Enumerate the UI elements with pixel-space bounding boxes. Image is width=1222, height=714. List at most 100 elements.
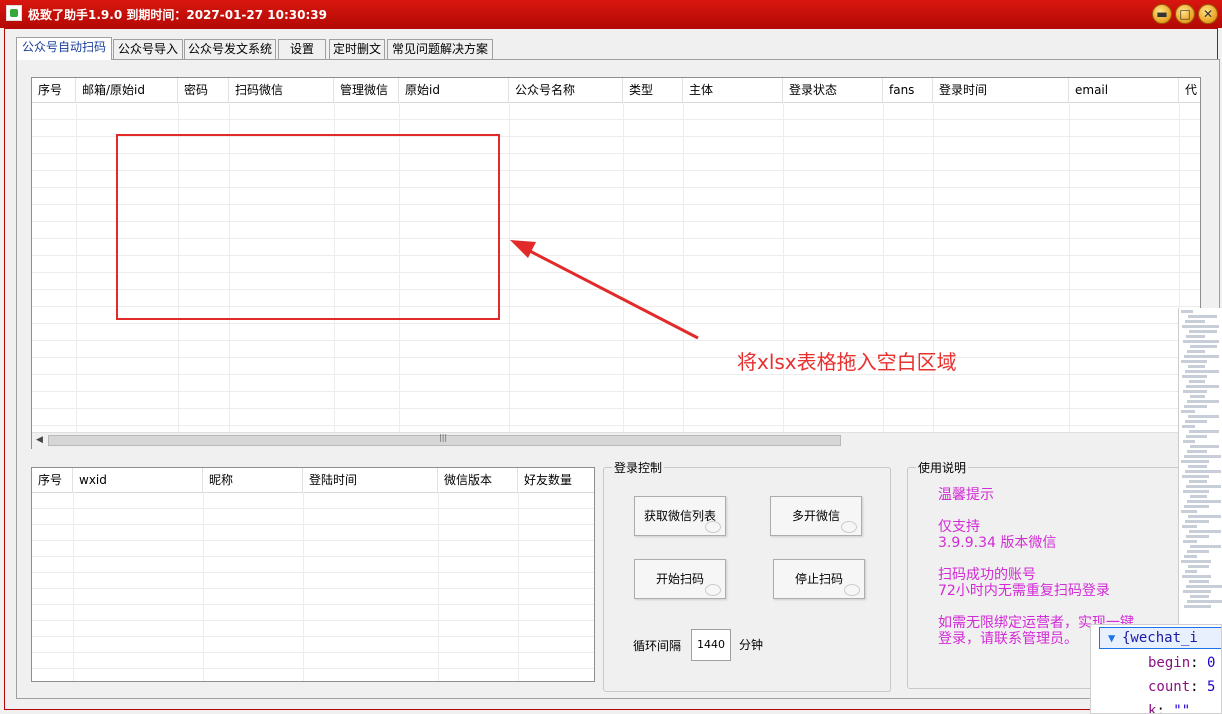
column-header[interactable]: 好友数量 [518, 468, 594, 492]
column-header[interactable]: 登录时间 [933, 78, 1069, 102]
json-text-line [1185, 420, 1207, 423]
usage-title: 使用说明 [916, 459, 969, 476]
column-header[interactable]: 公众号名称 [509, 78, 623, 102]
column-header[interactable]: fans [883, 78, 933, 102]
usage-tip-heading: 温馨提示 [938, 487, 994, 503]
maximize-button[interactable]: □ [1175, 4, 1195, 24]
tab-faq[interactable]: 常见问题解决方案 [387, 39, 493, 59]
drop-zone-highlight [116, 134, 500, 320]
json-text-line [1182, 525, 1197, 528]
json-text-line [1181, 560, 1211, 563]
json-text-line [1190, 495, 1207, 498]
column-header[interactable]: 类型 [623, 78, 683, 102]
scroll-left-icon[interactable]: ◀ [36, 435, 43, 445]
json-text-line [1184, 355, 1219, 358]
json-text-line [1186, 585, 1222, 588]
json-text-line [1187, 400, 1219, 403]
json-text-line [1187, 550, 1209, 553]
json-text-line [1189, 380, 1205, 383]
column-header[interactable]: 密码 [178, 78, 229, 102]
interval-label: 循环间隔 [633, 639, 682, 653]
json-text-line [1184, 405, 1207, 408]
property-key: k [1148, 703, 1157, 714]
column-header[interactable]: 登录状态 [783, 78, 883, 102]
json-text-line [1181, 410, 1195, 413]
json-text-line [1190, 545, 1221, 548]
grid-row-line [32, 508, 594, 509]
json-text-line [1187, 500, 1221, 503]
devtools-property: begin: 0 [1148, 655, 1216, 671]
json-text-line [1182, 575, 1211, 578]
account-table-header: 序号 邮箱/原始id 密码 扫码微信 管理微信 原始id 公众号名称 类型 主体… [32, 78, 1200, 103]
json-text-line [1189, 480, 1207, 483]
horizontal-scrollbar[interactable]: ◀ ||| [32, 432, 1200, 449]
grid-row-line [32, 425, 1200, 426]
column-header[interactable]: 序号 [32, 468, 73, 492]
json-text-line [1188, 415, 1219, 418]
devtools-panel: ▼ {wechat_i begin: 0 count: 5 k: "" [1090, 624, 1222, 714]
column-header[interactable]: 微信版本 [438, 468, 518, 492]
json-text-line [1181, 310, 1193, 313]
grid-column-line [1069, 102, 1070, 432]
column-header[interactable]: 序号 [32, 78, 76, 102]
column-header[interactable]: 代 [1179, 78, 1200, 102]
json-text-line [1189, 430, 1219, 433]
json-text-line [1185, 320, 1205, 323]
json-text-line [1185, 370, 1219, 373]
column-header[interactable]: email [1069, 78, 1179, 102]
close-button[interactable]: ✕ [1198, 4, 1218, 24]
column-header[interactable]: 主体 [683, 78, 783, 102]
column-header[interactable]: wxid [73, 468, 203, 492]
app-icon [6, 5, 22, 21]
grid-column-line [203, 492, 204, 681]
tab-scheduled-delete[interactable]: 定时删文 [329, 39, 385, 59]
json-text-line [1188, 515, 1221, 518]
scrollbar-thumb[interactable]: ||| [48, 433, 841, 446]
json-text-line [1183, 390, 1207, 393]
devtools-property: count: 5 [1148, 679, 1216, 695]
column-header[interactable]: 邮箱/原始id [76, 78, 178, 102]
grid-row-line [32, 119, 1200, 120]
json-text-line [1190, 395, 1205, 398]
usage-line: 72小时内无需重复扫码登录 [938, 583, 1110, 599]
json-text-line [1187, 600, 1222, 603]
devtools-property: k: "" [1148, 703, 1190, 714]
json-text-line [1186, 535, 1209, 538]
grid-row-line [32, 391, 1200, 392]
start-scan-button[interactable]: 开始扫码 [634, 559, 726, 599]
expand-triangle-icon[interactable]: ▼ [1108, 628, 1115, 648]
json-text-line [1184, 505, 1209, 508]
multi-open-wechat-button[interactable]: 多开微信 [770, 496, 862, 536]
grid-row-line [32, 604, 594, 605]
grid-row-line [32, 652, 594, 653]
column-header[interactable]: 扫码微信 [229, 78, 334, 102]
json-text-line [1188, 365, 1205, 368]
tab-auto-scan[interactable]: 公众号自动扫码 [16, 37, 112, 60]
tab-publish-system[interactable]: 公众号发文系统 [184, 39, 276, 59]
window-title: 极致了助手1.9.0 到期时间：2027-01-27 10:30:39 [28, 8, 327, 22]
devtools-object-name: {wechat_i [1122, 630, 1198, 646]
json-text-line [1184, 605, 1211, 608]
devtools-object-header[interactable]: ▼ {wechat_i [1099, 627, 1221, 649]
json-text-line [1184, 555, 1197, 558]
stop-scan-button[interactable]: 停止扫码 [773, 559, 865, 599]
wechat-table[interactable]: 序号 wxid 昵称 登陆时间 微信版本 好友数量 [31, 467, 595, 682]
get-wechat-list-button[interactable]: 获取微信列表 [634, 496, 726, 536]
grid-row-line [32, 357, 1200, 358]
column-header[interactable]: 登陆时间 [303, 468, 438, 492]
json-text-line [1190, 595, 1209, 598]
json-text-line [1183, 540, 1197, 543]
tab-settings[interactable]: 设置 [278, 39, 326, 59]
interval-input[interactable]: 1440 [691, 629, 731, 661]
column-header[interactable]: 管理微信 [334, 78, 399, 102]
multi-open-wechat-label: 多开微信 [791, 509, 840, 523]
property-value: 0 [1207, 655, 1216, 671]
column-header[interactable]: 原始id [399, 78, 509, 102]
grid-row-line [32, 524, 594, 525]
column-header[interactable]: 昵称 [203, 468, 303, 492]
tab-import[interactable]: 公众号导入 [113, 39, 183, 59]
json-text-line [1189, 530, 1221, 533]
grid-column-line [76, 102, 77, 432]
grid-column-line [518, 492, 519, 681]
minimize-button[interactable]: ▬ [1152, 4, 1172, 24]
